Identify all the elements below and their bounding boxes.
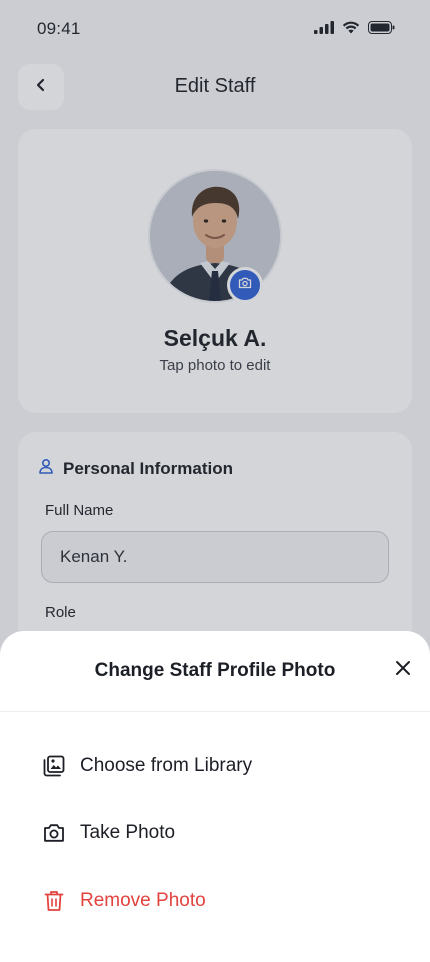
option-label: Remove Photo bbox=[80, 890, 206, 911]
sheet-header: Change Staff Profile Photo bbox=[0, 631, 430, 712]
close-icon bbox=[395, 660, 411, 681]
photo-library-icon bbox=[42, 754, 66, 778]
camera-icon bbox=[42, 821, 66, 845]
option-label: Choose from Library bbox=[80, 755, 253, 776]
choose-from-library-option[interactable]: Choose from Library bbox=[42, 754, 252, 778]
trash-icon bbox=[42, 889, 66, 913]
sheet-title: Change Staff Profile Photo bbox=[94, 660, 336, 681]
remove-photo-option[interactable]: Remove Photo bbox=[42, 889, 206, 913]
take-photo-option[interactable]: Take Photo bbox=[42, 821, 175, 845]
option-label: Take Photo bbox=[80, 822, 176, 843]
close-button[interactable] bbox=[390, 657, 416, 683]
photo-options-sheet: Change Staff Profile Photo Choose from L… bbox=[0, 631, 430, 962]
